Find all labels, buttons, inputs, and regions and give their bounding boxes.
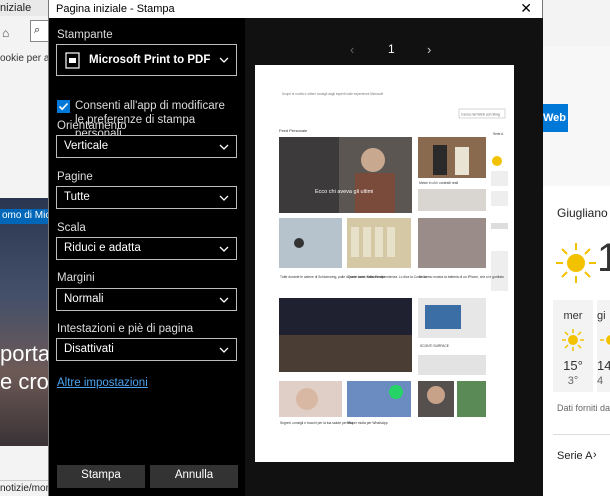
divider [553, 434, 610, 435]
chevron-down-icon [219, 144, 229, 150]
weather-credit: Dati forniti da Fi [557, 403, 610, 413]
cookie-notice-text: ookie per an [0, 53, 48, 64]
chevron-down-icon [219, 195, 229, 201]
caption-3: Un uomo mostra la batteria di un iPhone,… [419, 275, 504, 279]
scale-label: Scala [57, 222, 86, 234]
printer-select[interactable]: Microsoft Print to PDF [56, 44, 237, 76]
thumb-image [347, 381, 411, 417]
browser-titlebar: niziale [0, 0, 48, 16]
forecast-high: 15° [563, 358, 583, 373]
print-button[interactable]: Stampa [57, 465, 145, 488]
printer-value: Microsoft Print to PDF [89, 54, 211, 66]
dialog-title: Pagina iniziale - Stampa [56, 3, 175, 15]
forecast-day-card[interactable]: mer 15° 3° [553, 300, 593, 392]
chevron-down-icon [219, 246, 229, 252]
sun-icon [600, 335, 610, 345]
serie-a-link[interactable]: Serie A [557, 450, 592, 462]
chevron-down-icon [219, 57, 229, 63]
news-source-tag: omo di Micro [0, 209, 48, 224]
page-search-button: Cerca nel Web con Bing [461, 113, 500, 117]
orientation-select[interactable]: Verticale [56, 135, 237, 158]
print-preview-area: ‹ 1 › Scopri le novità e ottieni consigl… [245, 18, 543, 496]
forecast-low: 3° [567, 375, 579, 387]
next-page-button[interactable]: › [427, 42, 431, 57]
printer-icon [65, 52, 80, 69]
orientation-value: Verticale [64, 140, 109, 152]
header-footer-value: Disattivati [64, 343, 114, 355]
page-thumbnail: Scopri le novità e ottieni consigli dagl… [279, 92, 508, 425]
caption-4: Segreti, consigli e trucchi per la tua s… [280, 421, 353, 425]
browser-right-toolbar [543, 0, 610, 48]
forecast-day: gi [597, 310, 606, 322]
news-title-line-1: portare [0, 341, 48, 366]
preview-page: Scopri le novità e ottieni consigli dagl… [255, 65, 514, 462]
news-title-line-2: e cron [0, 369, 48, 394]
pages-value: Tutte [64, 191, 90, 203]
browser-search-box[interactable]: ⌕ [30, 20, 48, 42]
chevron-right-icon[interactable]: › [593, 449, 597, 461]
allow-apps-checkbox[interactable] [57, 100, 70, 113]
header-footer-label: Intestazioni e piè di pagina [57, 323, 194, 335]
news-hero-title[interactable]: portare e cron [0, 340, 48, 396]
checkmark-icon [58, 102, 69, 111]
caption-2: Quote Iacle, Italia è indipendenza. Lo d… [348, 275, 427, 279]
margins-select[interactable]: Normali [56, 288, 237, 311]
browser-right-panel: Web Giugliano in 1 mer 15° 3° gi [543, 0, 610, 496]
side-title: Serie A [493, 132, 504, 136]
forecast-low: 4 [597, 375, 604, 387]
margins-label: Margini [57, 272, 95, 284]
forecast-day-card[interactable]: gi 14 4 [597, 300, 610, 392]
news-hero-image[interactable] [0, 198, 48, 446]
thumb-image [279, 218, 342, 268]
page-number: 1 [388, 42, 395, 56]
margins-value: Normali [64, 293, 104, 305]
thumb-image [418, 218, 486, 268]
search-icon: ⌕ [34, 24, 41, 36]
forecast-day: mer [563, 310, 583, 322]
chevron-down-icon [219, 297, 229, 303]
close-icon[interactable]: ✕ [520, 0, 532, 17]
forecast-high: 14 [597, 358, 610, 373]
cancel-button[interactable]: Annulla [150, 465, 238, 488]
printer-label: Stampante [57, 29, 113, 41]
print-dialog: Pagina iniziale - Stampa ✕ Stampante Mic… [48, 0, 543, 496]
previous-page-button[interactable]: ‹ [350, 42, 354, 57]
hero-headline: Ecco chi aveva gli ultimi [315, 189, 373, 195]
weather-city: Giugliano in [557, 206, 610, 220]
thumb-image [418, 137, 486, 178]
web-search-label: Web [543, 112, 567, 124]
thumb-caption: Meloe in chi i contratti reali [419, 181, 458, 185]
caption-ad: SCONTI SURFACE [420, 344, 450, 348]
web-search-button[interactable]: Web [543, 104, 568, 132]
sun-icon [562, 329, 584, 351]
home-icon[interactable]: ⌂ [2, 26, 9, 40]
caption-5: Super multa per WhatsApp [348, 421, 388, 425]
browser-window-title: niziale [0, 2, 32, 14]
pages-select[interactable]: Tutte [56, 186, 237, 209]
status-bar-url: notizie/mond [0, 480, 48, 496]
current-temperature: 1 [597, 236, 610, 280]
orientation-label: Orientamento [57, 120, 127, 132]
more-settings-link[interactable]: Altre impostazioni [57, 377, 148, 389]
scale-value: Riduci e adatta [64, 242, 141, 254]
print-settings-panel: Stampante Microsoft Print to PDF Consent… [49, 18, 245, 496]
chevron-down-icon [219, 347, 229, 353]
scale-select[interactable]: Riduci e adatta [56, 237, 237, 260]
header-footer-select[interactable]: Disattivati [56, 338, 237, 361]
pages-label: Pagine [57, 171, 93, 183]
page-feed-label: Feed Personale [279, 128, 308, 133]
sun-icon [556, 243, 596, 283]
dialog-titlebar: Pagina iniziale - Stampa ✕ [49, 0, 542, 18]
page-header-text: Scopri le novità e ottieni consigli dagl… [282, 92, 383, 96]
